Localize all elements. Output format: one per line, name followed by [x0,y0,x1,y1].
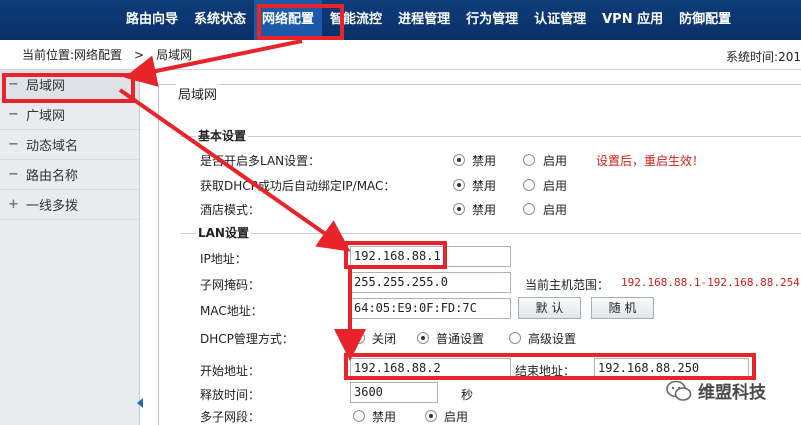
breadcrumb-separator: > [134,47,145,62]
expand-icon: + [8,197,19,212]
default-mac-button[interactable]: 默 认 [518,297,581,319]
mac-label: MAC地址： [200,304,263,318]
ip-label: IP地址： [200,252,247,266]
dhcp-bind-disable-label: 禁用 [472,179,497,193]
watermark-text: 维盟科技 [698,383,766,403]
nav-item-network[interactable]: 网络配置 [254,0,323,40]
collapse-icon: − [8,137,19,152]
end-address-label: 结束地址： [515,364,576,378]
hotel-disable-radio[interactable] [453,203,465,215]
multi-lan-enable-radio[interactable] [523,154,535,166]
subnet-mask-input[interactable]: 255.255.255.0 [350,272,511,293]
hotel-mode-label: 酒店模式： [200,203,261,217]
multi-subnet-enable-radio[interactable] [425,410,437,422]
dhcp-bind-label: 获取DHCP成功后自动绑定IP/MAC： [200,179,396,193]
sidebar-item-wan[interactable]: − 广域网 [0,100,139,130]
page-title: 局域网 [176,84,220,103]
ip-address-input[interactable]: 192.168.88.1 [350,246,511,267]
end-address-input[interactable]: 192.168.88.250 [594,358,749,379]
restart-note: 设置后，重启生效！ [596,154,705,168]
fieldset-divider [180,233,801,234]
sidebar-item-label: 局域网 [26,79,66,94]
breadcrumb-prefix[interactable]: 当前位置:网络配置 [22,46,122,63]
dhcp-advanced-label: 高级设置 [528,332,577,346]
nav-item-vpn[interactable]: VPN 应用 [594,0,671,40]
hotel-disable-label: 禁用 [472,203,497,217]
dhcp-off-radio[interactable] [353,332,365,344]
start-address-label: 开始地址： [200,364,261,378]
multi-subnet-disable-radio[interactable] [353,410,365,422]
dhcp-bind-enable-radio[interactable] [523,179,535,191]
hotel-enable-radio[interactable] [523,203,535,215]
sidebar-item-lan[interactable]: − 局域网 [0,70,139,100]
random-mac-button[interactable]: 随 机 [591,297,654,319]
sidebar-collapse-arrow-icon[interactable] [137,398,143,408]
multi-lan-label: 是否开启多LAN设置： [200,154,321,168]
dhcp-bind-disable-radio[interactable] [453,179,465,191]
dhcp-normal-radio[interactable] [417,332,429,344]
sidebar-item-label: 广域网 [26,109,66,124]
nav-item-wizard[interactable]: 路由向导 [118,0,186,40]
start-address-input[interactable]: 192.168.88.2 [350,358,511,379]
lan-settings-legend: LAN设置 [196,224,251,241]
lease-unit: 秒 [461,388,474,402]
multi-lan-enable-label: 启用 [543,154,568,168]
dhcp-bind-enable-label: 启用 [543,179,568,193]
basic-settings-legend: 基本设置 [196,127,249,144]
system-time: 系统时间:201 [726,50,801,64]
nav-item-process[interactable]: 进程管理 [390,0,458,40]
dhcp-off-label: 关闭 [372,332,397,346]
nav-item-flow-control[interactable]: 智能流控 [322,0,390,40]
sidebar-item-label: 动态域名 [26,139,79,154]
sidebar-item-ddns[interactable]: − 动态域名 [0,130,139,160]
multi-subnet-enable-label: 启用 [444,410,469,424]
nav-item-defense[interactable]: 防御配置 [671,0,739,40]
sidebar-item-label: 路由名称 [26,169,79,184]
hotel-enable-label: 启用 [543,203,568,217]
dhcp-normal-label: 普通设置 [436,332,485,346]
sidebar-item-router-name[interactable]: − 路由名称 [0,160,139,190]
collapse-icon: − [8,167,19,182]
nav-item-auth[interactable]: 认证管理 [526,0,594,40]
breadcrumb: 当前位置:网络配置 > 局域网 系统时间:201 [0,40,801,70]
sidebar: − 局域网 − 广域网 − 动态域名 − 路由名称 + 一线多拨 [0,70,140,425]
sidebar-item-multi-dial[interactable]: + 一线多拨 [0,190,139,220]
wechat-icon [666,380,692,401]
multi-lan-disable-radio[interactable] [453,154,465,166]
host-range-value: 192.168.88.1-192.168.88.254 [621,276,800,289]
mac-address-input[interactable]: 64:05:E9:0F:FD:7C [350,298,511,319]
top-nav: 路由向导 系统状态 网络配置 智能流控 进程管理 行为管理 认证管理 VPN 应… [0,0,801,40]
multi-subnet-disable-label: 禁用 [372,410,397,424]
multi-lan-disable-label: 禁用 [472,154,497,168]
collapse-icon: − [8,77,19,92]
dhcp-advanced-radio[interactable] [509,332,521,344]
nav-item-status[interactable]: 系统状态 [186,0,254,40]
lease-time-input[interactable]: 3600 [350,382,438,403]
watermark: 维盟科技 [666,378,766,403]
fieldset-divider [180,136,801,137]
sidebar-item-label: 一线多拨 [26,199,79,214]
multi-subnet-label: 多子网段： [200,410,261,424]
collapse-icon: − [8,107,19,122]
lease-time-label: 释放时间： [200,388,261,402]
nav-item-behavior[interactable]: 行为管理 [458,0,526,40]
host-range-label: 当前主机范围： [525,278,610,292]
dhcp-mode-label: DHCP管理方式： [200,332,294,346]
subnet-mask-label: 子网掩码： [200,278,261,292]
breadcrumb-current: 局域网 [156,48,193,62]
